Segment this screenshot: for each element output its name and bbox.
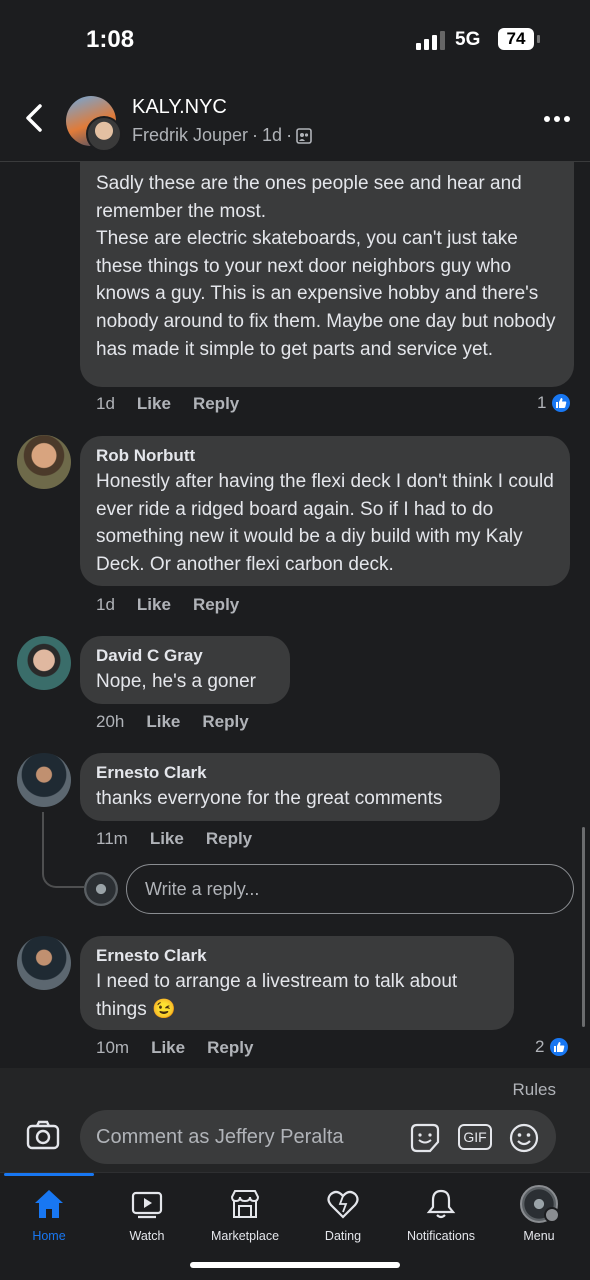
comment-time: 20h xyxy=(96,712,125,731)
comment-author[interactable]: David C Gray xyxy=(96,646,274,666)
back-arrow-icon[interactable] xyxy=(20,98,48,138)
comment-actions: 11m Like Reply xyxy=(96,829,252,849)
tab-label: Home xyxy=(32,1229,66,1243)
tab-dating[interactable]: Dating xyxy=(294,1173,392,1253)
reaction-count[interactable]: 1 xyxy=(537,392,573,414)
comment-bubble: Ernesto Clark I need to arrange a livest… xyxy=(80,936,514,1030)
comment-text: Nope, he's a goner xyxy=(96,671,256,692)
bell-icon xyxy=(426,1189,456,1219)
reply-button[interactable]: Reply xyxy=(207,1038,253,1058)
avatar[interactable] xyxy=(17,753,71,807)
avatar[interactable] xyxy=(17,636,71,690)
replier-avatar xyxy=(84,872,118,906)
author-avatar[interactable] xyxy=(86,116,122,152)
status-time: 1:08 xyxy=(86,26,135,53)
comment-actions: 1d Like Reply xyxy=(96,394,239,414)
marketplace-icon xyxy=(230,1190,260,1218)
reply-button[interactable]: Reply xyxy=(193,595,239,615)
comment-bubble: Rob Norbutt Honestly after having the fl… xyxy=(80,436,570,586)
comment-time: 10m xyxy=(96,1038,130,1057)
tab-menu[interactable]: Menu xyxy=(490,1173,588,1253)
comment-input[interactable]: Comment as Jeffery Peralta GIF xyxy=(80,1110,556,1164)
page-name[interactable]: KALY.NYC xyxy=(132,96,227,119)
reply-button[interactable]: Reply xyxy=(202,712,248,732)
comment-actions: 1d Like Reply xyxy=(96,595,239,615)
tab-label: Marketplace xyxy=(210,1229,280,1243)
post-age: 1d xyxy=(262,125,283,145)
tab-notifications[interactable]: Notifications xyxy=(392,1173,490,1253)
menu-badge-icon xyxy=(544,1207,560,1223)
comment-actions: 10m Like Reply xyxy=(96,1038,253,1058)
battery-cap xyxy=(537,35,540,43)
like-button[interactable]: Like xyxy=(150,829,184,849)
tab-label: Dating xyxy=(324,1229,362,1243)
thumbs-up-icon xyxy=(548,1036,571,1058)
tab-marketplace[interactable]: Marketplace xyxy=(196,1173,294,1253)
post-header: KALY.NYC Fredrik Jouper · 1d · xyxy=(0,80,590,162)
reaction-count[interactable]: 2 xyxy=(535,1036,571,1058)
battery-icon: 74 xyxy=(498,28,534,50)
reaction-number: 1 xyxy=(537,393,547,412)
avatar[interactable] xyxy=(17,936,71,990)
tab-label: Notifications xyxy=(406,1229,476,1243)
write-reply-input[interactable]: Write a reply... xyxy=(126,864,574,914)
like-button[interactable]: Like xyxy=(146,712,180,732)
comment-time: 1d xyxy=(96,394,115,413)
reaction-number: 2 xyxy=(535,1037,545,1056)
emoji-icon[interactable] xyxy=(508,1122,540,1154)
comment-text: thanks everryone for the great comments xyxy=(96,788,443,809)
comment-author[interactable]: Ernesto Clark xyxy=(96,763,484,783)
camera-icon[interactable] xyxy=(26,1120,60,1150)
comment-bubble: Sadly these are the ones people see and … xyxy=(80,162,574,387)
comment-author[interactable]: Rob Norbutt xyxy=(96,446,554,466)
reply-button[interactable]: Reply xyxy=(193,394,239,414)
network-label: 5G xyxy=(455,29,481,50)
comment-bubble: David C Gray Nope, he's a goner xyxy=(80,636,290,704)
status-bar: 1:08 5G 74 xyxy=(0,0,590,80)
comment-composer: Rules Comment as Jeffery Peralta GIF xyxy=(0,1068,590,1172)
comment-text: I need to arrange a livestream to talk a… xyxy=(96,971,458,1020)
post-meta: Fredrik Jouper · 1d · xyxy=(132,125,312,146)
group-privacy-icon xyxy=(296,127,312,144)
tab-watch[interactable]: Watch xyxy=(98,1173,196,1253)
active-tab-indicator xyxy=(4,1173,94,1176)
scrollbar[interactable] xyxy=(582,827,585,1027)
dating-icon xyxy=(327,1190,359,1219)
avatar[interactable] xyxy=(17,435,71,489)
post-author[interactable]: Fredrik Jouper xyxy=(132,125,248,146)
comment-bubble: Ernesto Clark thanks everryone for the g… xyxy=(80,753,500,821)
comment-placeholder: Comment as Jeffery Peralta xyxy=(96,1126,344,1148)
meta-separator-2: · xyxy=(286,125,293,145)
comment-actions: 20h Like Reply xyxy=(96,712,249,732)
more-options-icon[interactable] xyxy=(544,116,570,124)
rules-link[interactable]: Rules xyxy=(513,1080,556,1100)
tab-label: Menu xyxy=(523,1229,555,1243)
sticker-icon[interactable] xyxy=(408,1122,442,1154)
comment-text: Sadly these are the ones people see and … xyxy=(96,173,556,360)
reply-thread-line xyxy=(42,812,84,888)
comment-text: Honestly after having the flexi deck I d… xyxy=(96,471,554,575)
comment-time: 11m xyxy=(96,829,128,848)
like-button[interactable]: Like xyxy=(151,1038,185,1058)
home-icon xyxy=(35,1190,63,1218)
like-button[interactable]: Like xyxy=(137,394,171,414)
watch-icon xyxy=(131,1191,163,1219)
tab-home[interactable]: Home xyxy=(0,1173,98,1253)
comment-time: 1d xyxy=(96,595,115,614)
signal-icon xyxy=(416,30,446,50)
comments-feed[interactable]: Sadly these are the ones people see and … xyxy=(0,162,590,1068)
comment-author[interactable]: Ernesto Clark xyxy=(96,946,498,966)
meta-separator: · xyxy=(252,125,259,145)
reply-button[interactable]: Reply xyxy=(206,829,252,849)
tab-label: Watch xyxy=(129,1229,165,1243)
gif-icon[interactable]: GIF xyxy=(458,1124,492,1150)
like-button[interactable]: Like xyxy=(137,595,171,615)
home-indicator xyxy=(190,1262,400,1268)
thumbs-up-icon xyxy=(550,392,573,414)
